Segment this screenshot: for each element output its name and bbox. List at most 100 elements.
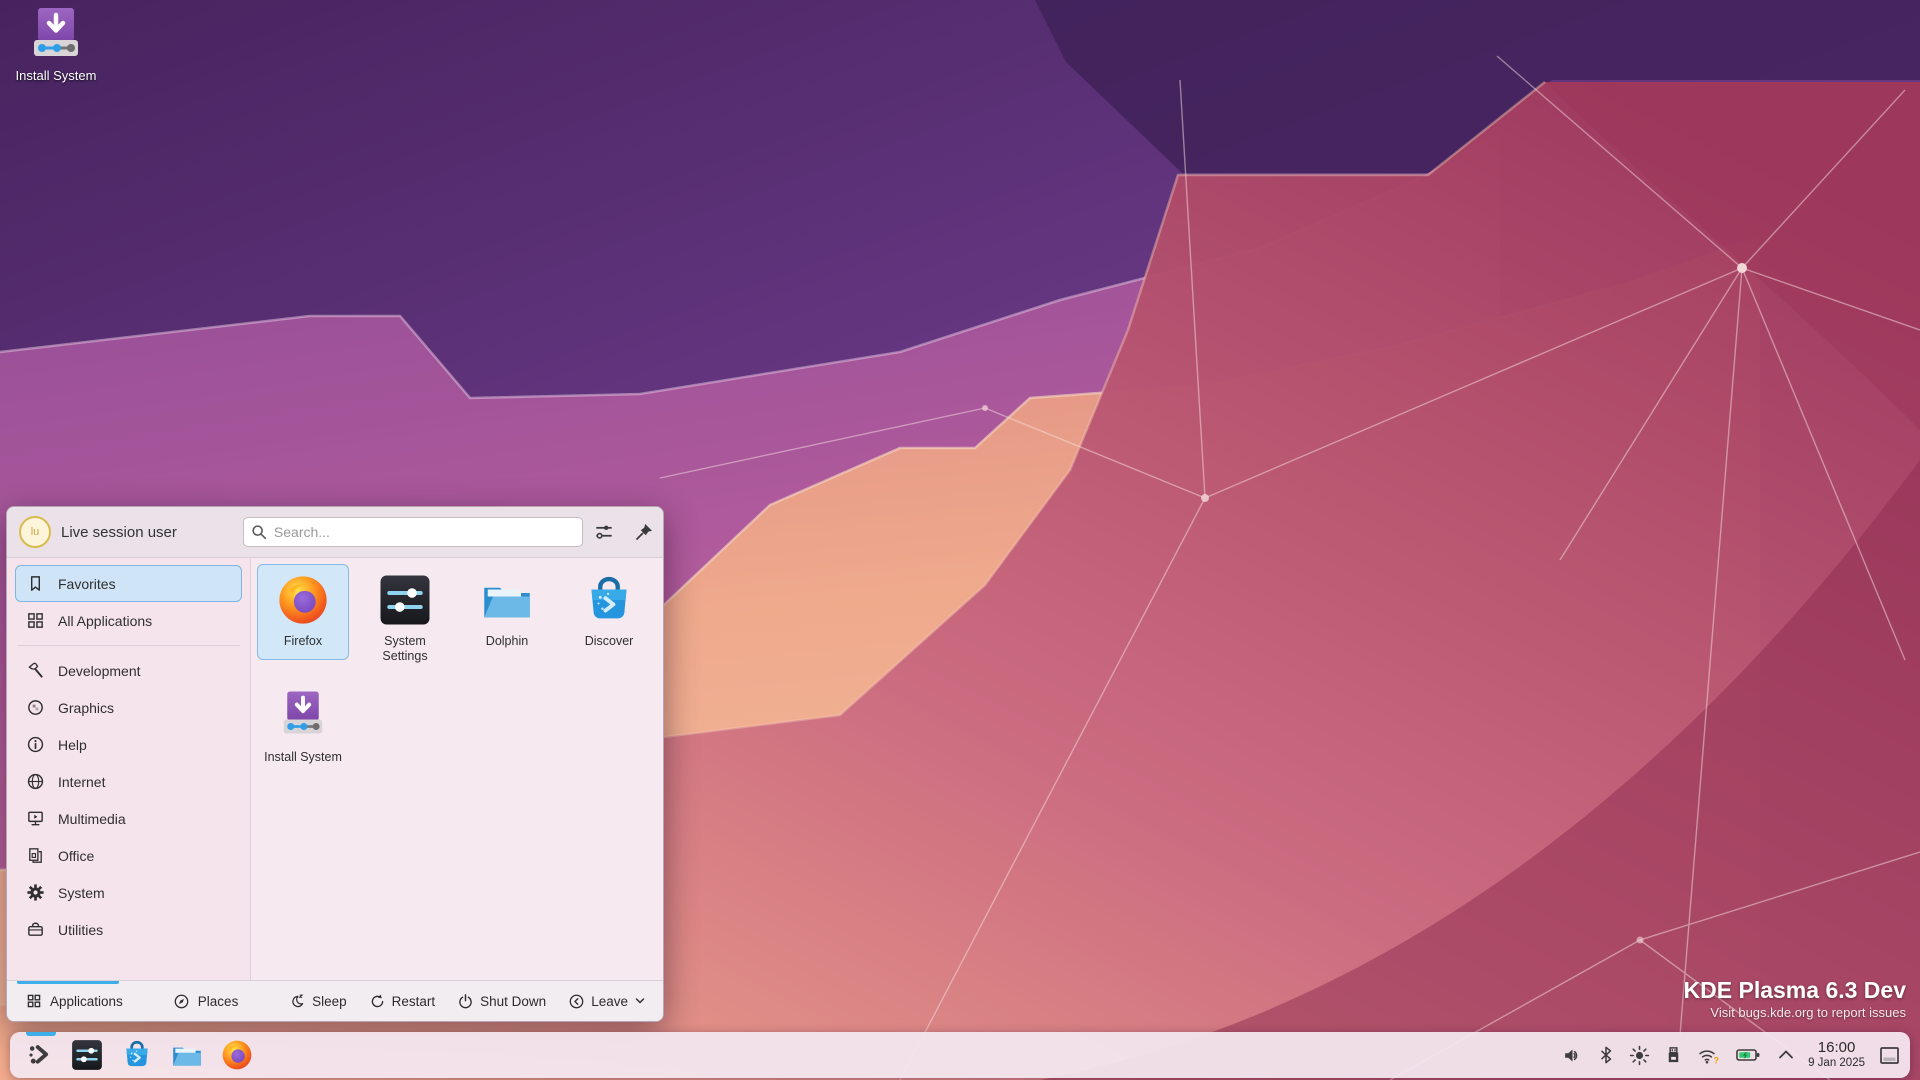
sidebar-item-office[interactable]: Office	[15, 837, 242, 874]
desktop-shortcut-install-system[interactable]: Install System	[8, 6, 104, 83]
brightness-icon[interactable]	[1629, 1045, 1650, 1066]
globe-icon	[27, 773, 44, 790]
action-label: Leave	[591, 993, 628, 1009]
taskbar-item-system-settings[interactable]	[64, 1032, 110, 1078]
dolphin-icon	[479, 572, 535, 628]
plasma-credit: KDE Plasma 6.3 Dev Visit bugs.kde.org to…	[1684, 977, 1906, 1020]
sidebar-item-graphics[interactable]: Graphics	[15, 689, 242, 726]
leave-icon	[569, 994, 584, 1008]
moon-icon	[292, 994, 304, 1007]
sidebar-item-help[interactable]: Help	[15, 726, 242, 763]
action-label: Shut Down	[480, 993, 547, 1009]
discover-icon	[581, 572, 637, 628]
active-task-indicator	[26, 1032, 56, 1036]
removable-device-icon[interactable]	[1664, 1045, 1683, 1065]
volume-icon[interactable]	[1562, 1045, 1583, 1066]
bookmark-icon	[30, 576, 41, 591]
app-tile-label: Discover	[584, 634, 634, 648]
firefox-icon	[220, 1038, 254, 1072]
image-icon	[28, 700, 43, 715]
sidebar-item-label: System	[58, 884, 105, 901]
desktop: Install System KDE Plasma 6.3 Dev Visit …	[0, 0, 1920, 1080]
sidebar-item-label: Utilities	[58, 921, 104, 938]
tab-places[interactable]: Places	[160, 981, 252, 1021]
sidebar-item-multimedia[interactable]: Multimedia	[15, 800, 242, 837]
gear-icon	[27, 884, 44, 901]
power-icon	[459, 993, 472, 1008]
taskbar-item-discover[interactable]	[114, 1032, 160, 1078]
user-avatar[interactable]: lu	[19, 516, 51, 548]
favorites-grid: Firefox System Settings Dolphin Discover	[251, 558, 663, 980]
shut-down-button[interactable]: Shut Down	[446, 993, 557, 1010]
wifi-icon[interactable]: ?	[1697, 1045, 1721, 1066]
search-box	[242, 517, 583, 547]
dolphin-icon	[170, 1038, 204, 1072]
discover-icon	[120, 1038, 154, 1072]
configure-icon[interactable]	[593, 521, 615, 543]
application-launcher-button[interactable]	[20, 1032, 60, 1078]
sidebar-item-utilities[interactable]: Utilities	[15, 911, 242, 948]
sidebar-item-internet[interactable]: Internet	[15, 763, 242, 800]
bluetooth-icon[interactable]	[1597, 1045, 1615, 1065]
system-settings-icon	[377, 572, 433, 628]
sidebar-item-all-applications[interactable]: All Applications	[15, 602, 242, 639]
install-system-icon	[24, 6, 88, 66]
tab-applications[interactable]: Applications	[13, 981, 136, 1021]
sleep-button[interactable]: Sleep	[278, 993, 358, 1010]
user-name: Live session user	[61, 523, 177, 541]
app-tile-label: Install System	[264, 750, 342, 764]
launcher-sidebar: Favorites All Applications Development G…	[7, 558, 251, 980]
user-initials: lu	[30, 526, 40, 538]
leave-button[interactable]: Leave	[557, 993, 657, 1010]
desktop-shortcut-label: Install System	[15, 68, 97, 83]
plasma-version-text: KDE Plasma 6.3 Dev	[1683, 977, 1906, 1003]
app-tile-label: System Settings	[382, 634, 428, 663]
clock-date: 9 Jan 2025	[1808, 1056, 1865, 1069]
show-desktop-icon	[1880, 1046, 1899, 1064]
sidebar-item-label: Development	[58, 662, 141, 679]
search-input[interactable]	[242, 517, 583, 547]
chevron-down-icon	[635, 998, 645, 1004]
document-icon	[29, 848, 42, 863]
sidebar-item-label: Multimedia	[58, 810, 126, 827]
app-tile-install-system[interactable]: Install System	[257, 680, 349, 776]
compass-icon	[174, 994, 189, 1008]
system-settings-icon	[70, 1038, 104, 1072]
pin-icon[interactable]	[633, 521, 655, 543]
expand-tray-icon[interactable]	[1776, 1045, 1796, 1065]
sidebar-item-label: Favorites	[58, 575, 116, 592]
tab-label: Applications	[50, 993, 123, 1009]
app-tile-discover[interactable]: Discover	[563, 564, 655, 660]
system-tray: ?	[1562, 1045, 1796, 1066]
sidebar-item-label: Internet	[58, 773, 106, 790]
hammer-icon	[28, 662, 43, 678]
tab-label: Places	[197, 993, 239, 1009]
digital-clock[interactable]: 16:00 9 Jan 2025	[1808, 1040, 1865, 1069]
sidebar-item-favorites[interactable]: Favorites	[15, 565, 242, 602]
app-tile-system-settings[interactable]: System Settings	[359, 564, 451, 663]
plasma-bugs-text: Visit bugs.kde.org to report issues	[1710, 1005, 1906, 1020]
application-launcher-popup: lu Live session user Search... Favorites…	[6, 506, 664, 1022]
app-tile-firefox[interactable]: Firefox	[257, 564, 349, 660]
restart-icon	[371, 994, 383, 1007]
sidebar-item-system[interactable]: System	[15, 874, 242, 911]
sidebar-separator	[17, 645, 240, 646]
grid-icon	[28, 613, 43, 628]
battery-icon[interactable]	[1735, 1045, 1762, 1065]
clock-time: 16:00	[1817, 1039, 1856, 1057]
active-tab-indicator	[17, 981, 119, 984]
taskbar-item-firefox[interactable]	[214, 1032, 260, 1078]
peek-desktop-button[interactable]	[1879, 1046, 1900, 1065]
action-label: Restart	[391, 993, 436, 1009]
media-icon	[28, 811, 43, 826]
app-tile-dolphin[interactable]: Dolphin	[461, 564, 553, 660]
sidebar-item-label: Help	[58, 736, 87, 753]
info-icon	[27, 736, 44, 753]
taskbar-item-dolphin[interactable]	[164, 1032, 210, 1078]
toolbox-icon	[28, 922, 43, 936]
restart-button[interactable]: Restart	[358, 993, 447, 1010]
action-label: Sleep	[312, 993, 347, 1009]
app-tile-label: Firefox	[283, 634, 323, 648]
sidebar-item-development[interactable]: Development	[15, 652, 242, 689]
taskbar-panel: ? 16:00 9 Jan 2025	[10, 1032, 1910, 1078]
